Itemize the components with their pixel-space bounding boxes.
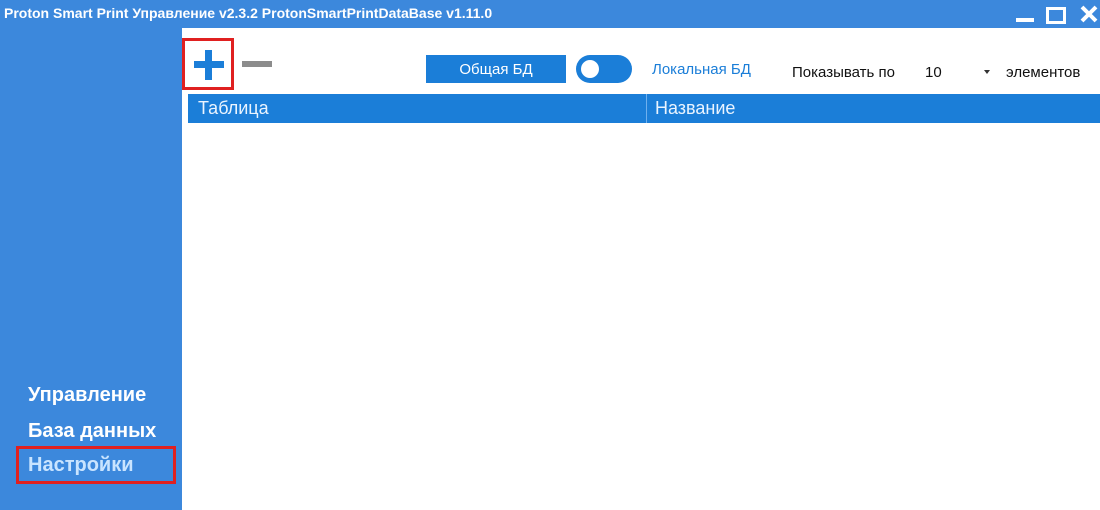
maximize-button[interactable]	[1044, 4, 1066, 24]
add-button[interactable]	[182, 38, 234, 90]
elements-label: элементов	[1006, 64, 1081, 81]
sidebar-item-database[interactable]: База данных	[28, 420, 156, 443]
close-icon	[1080, 5, 1098, 23]
chevron-down-icon[interactable]	[984, 70, 990, 74]
close-button[interactable]	[1076, 4, 1100, 24]
window-title: Proton Smart Print Управление v2.3.2 Pro…	[4, 5, 493, 21]
db-toggle-switch[interactable]	[576, 55, 632, 83]
column-divider[interactable]	[646, 94, 647, 123]
sidebar-item-management[interactable]: Управление	[28, 384, 146, 407]
table-header: Таблица Название	[188, 94, 1100, 123]
column-header-name[interactable]: Название	[655, 98, 735, 119]
local-db-label[interactable]: Локальная БД	[652, 61, 751, 78]
toggle-knob	[579, 58, 601, 80]
column-header-table[interactable]: Таблица	[198, 98, 269, 119]
show-per-page-label: Показывать по	[792, 64, 895, 81]
minimize-button[interactable]	[1014, 4, 1036, 24]
common-db-button[interactable]: Общая БД	[426, 55, 566, 83]
page-size-select[interactable]: 10	[925, 64, 942, 81]
remove-button[interactable]	[242, 58, 272, 70]
title-bar: Proton Smart Print Управление v2.3.2 Pro…	[0, 0, 1100, 28]
settings-highlight-box	[16, 446, 176, 484]
table-body[interactable]	[188, 123, 1100, 510]
